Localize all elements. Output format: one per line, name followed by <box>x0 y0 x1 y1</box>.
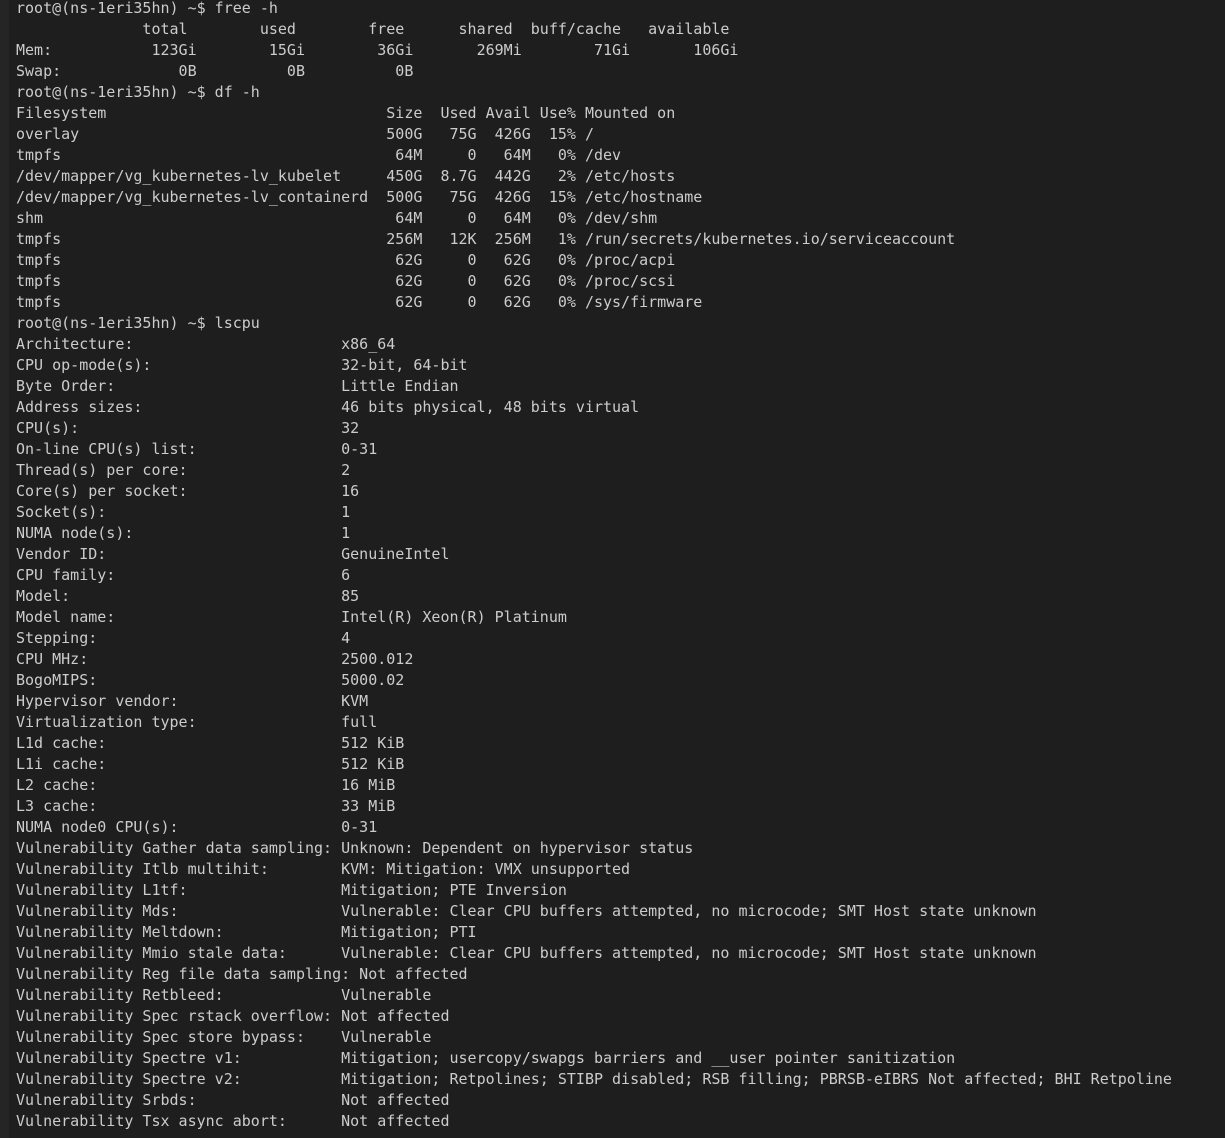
terminal-line: Byte Order: Little Endian <box>16 377 459 395</box>
terminal-line: NUMA node0 CPU(s): 0-31 <box>16 818 378 836</box>
terminal-line: Vulnerability Mmio stale data: Vulnerabl… <box>16 944 1037 962</box>
terminal-line: L1d cache: 512 KiB <box>16 734 405 752</box>
terminal-line: CPU op-mode(s): 32-bit, 64-bit <box>16 356 468 374</box>
terminal-line: root@(ns-1eri35hn) ~$ lscpu <box>16 314 260 332</box>
terminal-line: Vulnerability Spec store bypass: Vulnera… <box>16 1028 432 1046</box>
terminal-line: Vulnerability L1tf: Mitigation; PTE Inve… <box>16 881 567 899</box>
terminal-line: CPU family: 6 <box>16 566 351 584</box>
terminal-line: root@(ns-1eri35hn) ~$ free -h <box>16 0 278 17</box>
terminal-line: Hypervisor vendor: KVM <box>16 692 369 710</box>
terminal-line: On-line CPU(s) list: 0-31 <box>16 440 378 458</box>
terminal-line: tmpfs 62G 0 62G 0% /proc/scsi <box>16 272 676 290</box>
terminal-line: Model: 85 <box>16 587 360 605</box>
terminal-line: Core(s) per socket: 16 <box>16 482 360 500</box>
terminal-line: Swap: 0B 0B 0B <box>16 62 414 80</box>
terminal-line: Virtualization type: full <box>16 713 378 731</box>
terminal-line: Vulnerability Meltdown: Mitigation; PTI <box>16 923 477 941</box>
terminal-line: tmpfs 256M 12K 256M 1% /run/secrets/kube… <box>16 230 956 248</box>
terminal-line: Vulnerability Spectre v2: Mitigation; Re… <box>16 1070 1172 1088</box>
terminal-line: Vulnerability Mds: Vulnerable: Clear CPU… <box>16 902 1037 920</box>
terminal-line: Vulnerability Retbleed: Vulnerable <box>16 986 432 1004</box>
terminal-line: root@(ns-1eri35hn) ~$ df -h <box>16 83 260 101</box>
terminal-line: total used free shared buff/cache availa… <box>16 20 730 38</box>
terminal-line: Vulnerability Tsx async abort: Not affec… <box>16 1112 450 1130</box>
terminal-line: L3 cache: 33 MiB <box>16 797 396 815</box>
terminal-line: overlay 500G 75G 426G 15% / <box>16 125 594 143</box>
terminal-line: Socket(s): 1 <box>16 503 351 521</box>
terminal-output[interactable]: root@(ns-1eri35hn) ~$ free -h total used… <box>16 0 1225 1132</box>
terminal-line: BogoMIPS: 5000.02 <box>16 671 405 689</box>
terminal-gutter <box>0 0 9 1138</box>
terminal-line: shm 64M 0 64M 0% /dev/shm <box>16 209 658 227</box>
terminal-line: CPU(s): 32 <box>16 419 360 437</box>
terminal-line: Vulnerability Spec rstack overflow: Not … <box>16 1007 450 1025</box>
terminal-line: Filesystem Size Used Avail Use% Mounted … <box>16 104 676 122</box>
terminal-line: /dev/mapper/vg_kubernetes-lv_kubelet 450… <box>16 167 676 185</box>
terminal-line: tmpfs 64M 0 64M 0% /dev <box>16 146 622 164</box>
terminal-window[interactable]: root@(ns-1eri35hn) ~$ free -h total used… <box>0 0 1225 1138</box>
terminal-line: Thread(s) per core: 2 <box>16 461 351 479</box>
terminal-line: NUMA node(s): 1 <box>16 524 351 542</box>
terminal-line: Mem: 123Gi 15Gi 36Gi 269Mi 71Gi 106Gi <box>16 41 739 59</box>
terminal-line: Stepping: 4 <box>16 629 351 647</box>
terminal-line: Vulnerability Reg file data sampling: No… <box>16 965 468 983</box>
terminal-line: L1i cache: 512 KiB <box>16 755 405 773</box>
terminal-line: L2 cache: 16 MiB <box>16 776 396 794</box>
terminal-line: CPU MHz: 2500.012 <box>16 650 414 668</box>
terminal-line: /dev/mapper/vg_kubernetes-lv_containerd … <box>16 188 703 206</box>
terminal-line: Vulnerability Gather data sampling: Unkn… <box>16 839 694 857</box>
terminal-line: Address sizes: 46 bits physical, 48 bits… <box>16 398 640 416</box>
terminal-line: tmpfs 62G 0 62G 0% /proc/acpi <box>16 251 676 269</box>
terminal-line: Vulnerability Spectre v1: Mitigation; us… <box>16 1049 956 1067</box>
terminal-line: Vulnerability Itlb multihit: KVM: Mitiga… <box>16 860 631 878</box>
terminal-line: tmpfs 62G 0 62G 0% /sys/firmware <box>16 293 703 311</box>
terminal-line: Model name: Intel(R) Xeon(R) Platinum <box>16 608 567 626</box>
terminal-line: Architecture: x86_64 <box>16 335 396 353</box>
terminal-line: Vulnerability Srbds: Not affected <box>16 1091 450 1109</box>
terminal-line: Vendor ID: GenuineIntel <box>16 545 450 563</box>
